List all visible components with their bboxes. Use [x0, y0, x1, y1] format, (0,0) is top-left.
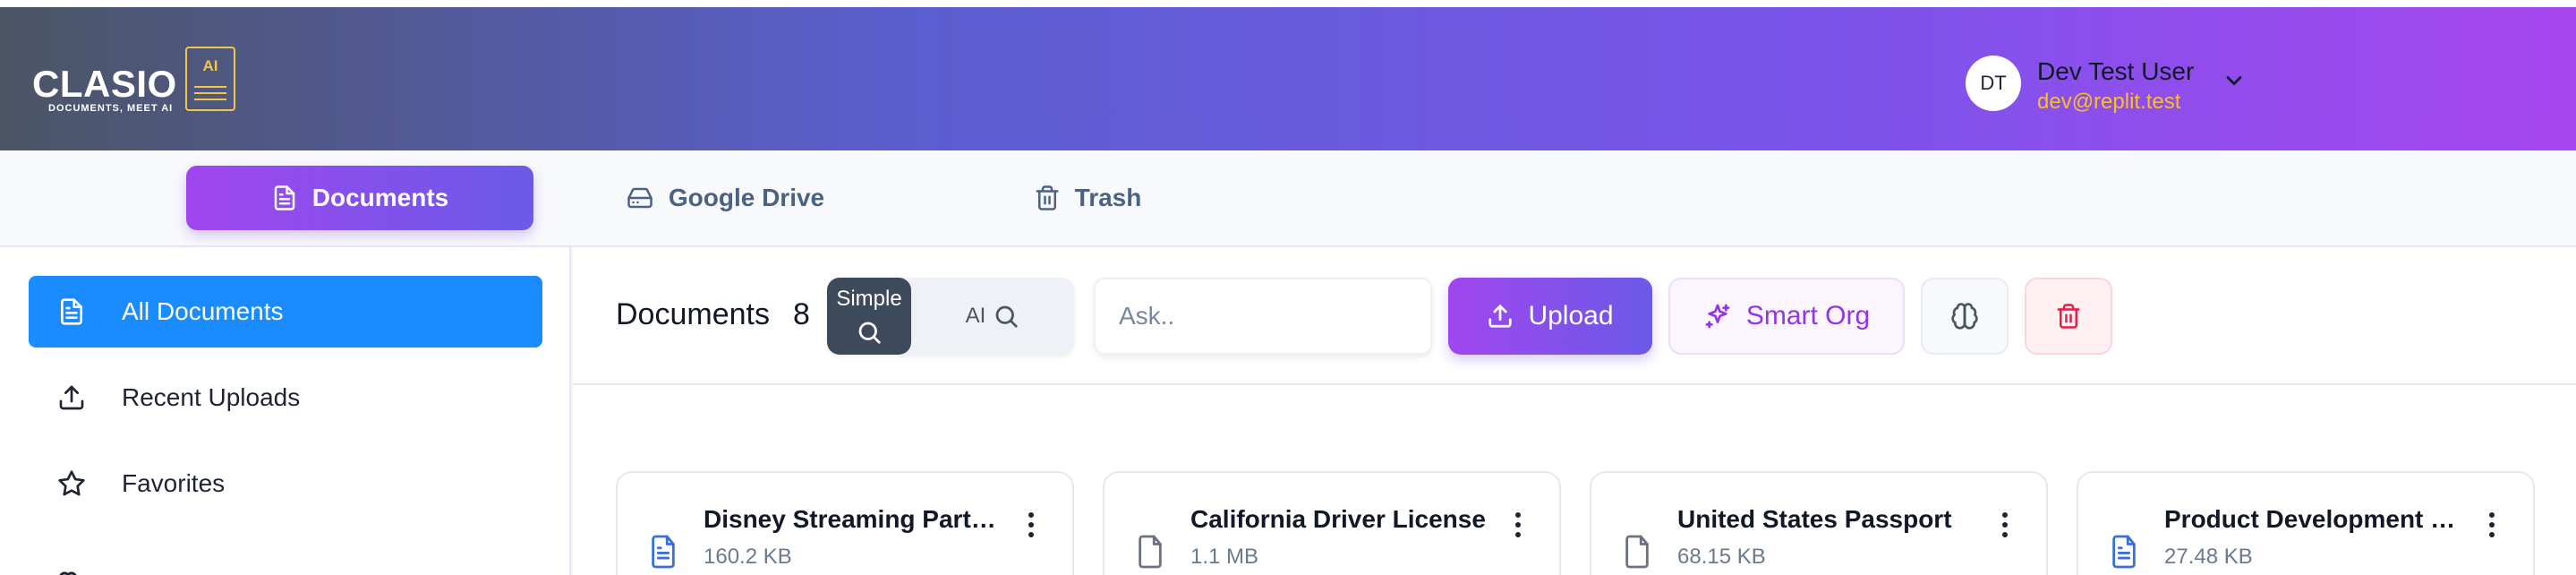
upload-icon [59, 385, 84, 410]
document-name: United States Passport [1677, 505, 1952, 533]
sparkles-icon [1705, 304, 1730, 329]
chevron-down-icon[interactable] [2222, 68, 2247, 93]
more-vertical-icon[interactable] [1509, 509, 1527, 541]
search-icon [858, 322, 881, 344]
top-tabs: Documents Google Drive Trash [0, 150, 2576, 247]
tab-trash[interactable]: Trash [1020, 166, 1155, 230]
tab-google-drive[interactable]: Google Drive [618, 166, 832, 230]
sidebar: All Documents Recent Uploads Favorites [0, 247, 571, 575]
tab-documents-label: Documents [311, 184, 449, 211]
document-card[interactable]: California Driver License 1.1 MB [1103, 471, 1561, 575]
smart-org-button[interactable]: Smart Org [1668, 278, 1905, 355]
tab-google-drive-label: Google Drive [668, 184, 825, 211]
drive-icon [627, 187, 653, 209]
upload-button-label: Upload [1528, 301, 1614, 330]
document-icon [61, 298, 82, 325]
tab-documents[interactable]: Documents [186, 166, 533, 230]
search-icon [995, 305, 1018, 328]
text-file-icon [652, 535, 675, 569]
brain-icon [1951, 303, 1978, 330]
logo-tagline: DOCUMENTS, MEET AI [48, 103, 174, 114]
trash-icon [2057, 304, 2080, 329]
document-card[interactable]: Disney Streaming Partnership 160.2 KB [616, 471, 1074, 575]
upload-icon [1488, 305, 1513, 328]
documents-toolbar: Documents 8 Simple AI Upload [573, 247, 2576, 385]
document-name: Disney Streaming Partnership [704, 505, 1008, 533]
search-mode-ai-button[interactable]: AI [911, 278, 1074, 355]
search-mode-ai-label: AI [965, 304, 986, 328]
logo-word: CLASIO [32, 63, 177, 105]
file-icon [1139, 535, 1162, 569]
ai-brain-button[interactable] [1921, 278, 2009, 355]
app-header: CLASIO DOCUMENTS, MEET AI AI DT Dev Test… [0, 7, 2576, 150]
sidebar-item-favorites[interactable]: Favorites [29, 448, 542, 519]
page-title: Documents [616, 297, 770, 331]
search-mode-simple-label: Simple [836, 287, 902, 311]
window-top-edge [0, 0, 2576, 7]
avatar[interactable]: DT [1966, 56, 2021, 111]
upload-button[interactable]: Upload [1448, 278, 1652, 355]
tab-trash-label: Trash [1074, 184, 1142, 211]
main-content: Documents 8 Simple AI Upload [573, 247, 2576, 575]
more-vertical-icon[interactable] [1996, 509, 2014, 541]
document-size: 160.2 KB [704, 545, 792, 569]
text-file-icon [2112, 535, 2136, 569]
document-size: 27.48 KB [2164, 545, 2253, 569]
more-vertical-icon[interactable] [1022, 509, 1040, 541]
logo-badge-text: AI [202, 57, 218, 74]
document-size: 1.1 MB [1190, 545, 1259, 569]
more-vertical-icon[interactable] [2483, 509, 2501, 541]
logo-ai-badge: AI [185, 47, 235, 111]
document-count: 8 [793, 297, 810, 331]
sidebar-item-label: Favorites [122, 469, 226, 497]
sidebar-item-recent-uploads[interactable]: Recent Uploads [29, 362, 542, 433]
star-icon [58, 470, 85, 496]
search-mode-simple-button[interactable]: Simple [827, 278, 911, 355]
document-name: Product Development Plan [2164, 505, 2469, 533]
file-icon [1625, 535, 1649, 569]
sidebar-item-label: Recent Uploads [122, 383, 301, 411]
document-card[interactable]: United States Passport 68.15 KB [1590, 471, 2048, 575]
sidebar-item-label: All Documents [122, 297, 284, 325]
delete-button[interactable] [2025, 278, 2112, 355]
document-grid: Disney Streaming Partnership 160.2 KB Ca… [573, 471, 2576, 575]
heart-icon[interactable] [57, 570, 84, 575]
user-name: Dev Test User [2037, 57, 2195, 85]
smart-org-button-label: Smart Org [1745, 301, 1871, 330]
user-email: dev@replit.test [2037, 90, 2181, 114]
document-icon [274, 185, 295, 210]
sidebar-item-all-documents[interactable]: All Documents [29, 276, 542, 348]
search-mode-toggle: Simple AI [827, 278, 1074, 355]
document-name: California Driver License [1190, 505, 1486, 533]
document-size: 68.15 KB [1677, 545, 1766, 569]
trash-icon [1036, 185, 1059, 210]
document-card[interactable]: Product Development Plan 27.48 KB [2077, 471, 2535, 575]
ask-input[interactable] [1094, 278, 1432, 355]
